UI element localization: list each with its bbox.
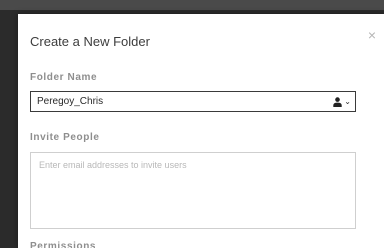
person-icon — [333, 96, 342, 107]
folder-name-label: Folder Name — [30, 72, 98, 83]
permissions-label: Permissions — [30, 241, 97, 248]
folder-name-field: ⌄ — [30, 91, 356, 112]
app-background — [0, 0, 384, 10]
owner-dropdown-button[interactable]: ⌄ — [333, 95, 351, 108]
invite-people-box — [30, 152, 356, 229]
folder-name-input[interactable] — [37, 92, 297, 111]
invite-email-input[interactable] — [31, 153, 355, 228]
close-icon[interactable]: × — [368, 28, 376, 42]
invite-people-label: Invite People — [30, 132, 100, 143]
dialog-title: Create a New Folder — [30, 34, 150, 49]
chevron-down-icon: ⌄ — [344, 96, 351, 106]
